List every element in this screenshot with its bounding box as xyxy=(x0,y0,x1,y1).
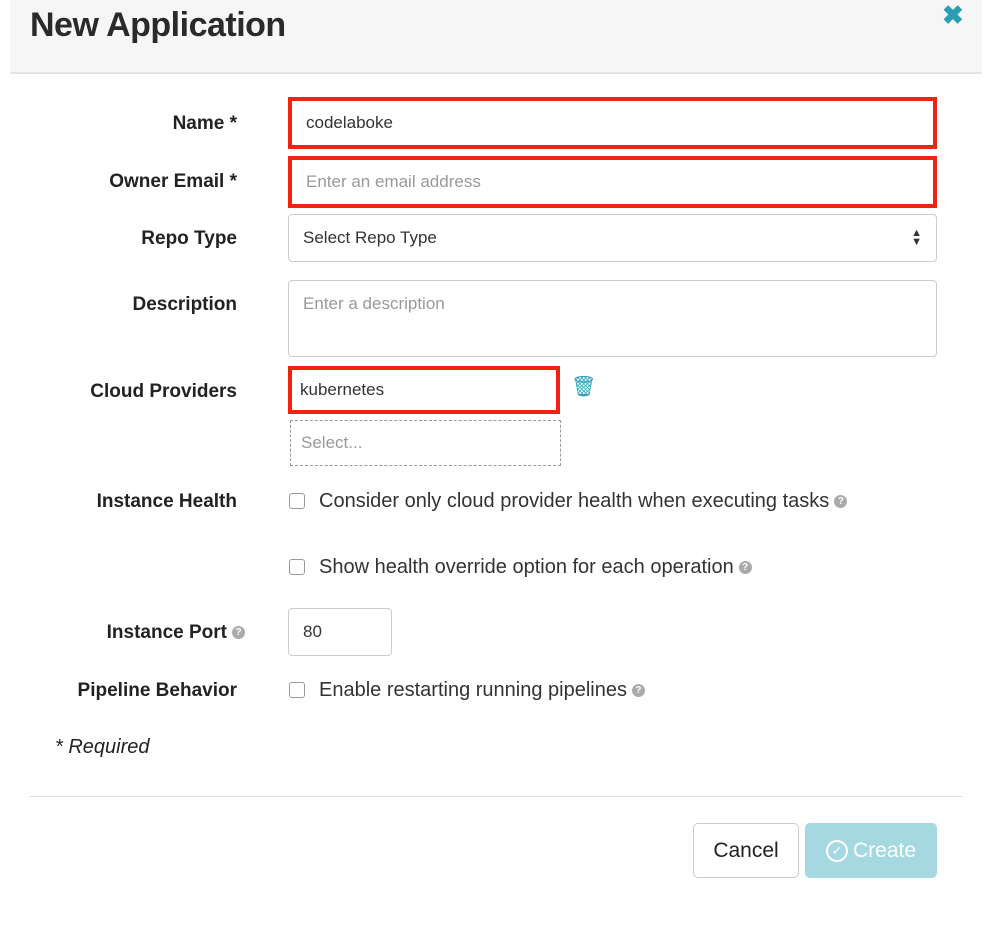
description-placeholder: Enter a description xyxy=(303,294,445,313)
email-placeholder: Enter an email address xyxy=(306,172,481,191)
health-override-text: Show health override option for each ope… xyxy=(319,556,734,578)
name-value: codelaboke xyxy=(306,113,393,132)
instance-port-label: Instance Port? xyxy=(107,622,245,644)
close-icon[interactable]: ✖ xyxy=(942,0,964,31)
cloud-providers-label: Cloud Providers xyxy=(90,381,237,402)
owner-email-label: Owner Email * xyxy=(109,171,237,192)
description-label: Description xyxy=(132,294,237,315)
instance-port-label-text: Instance Port xyxy=(106,622,227,643)
create-label: Create xyxy=(852,838,917,862)
trash-icon[interactable]: 🗑 xyxy=(571,374,596,399)
modal-title: New Application xyxy=(30,6,286,44)
help-icon[interactable]: ? xyxy=(631,684,645,698)
instance-port-value: 80 xyxy=(303,622,322,641)
divider xyxy=(30,796,962,797)
check-circle-icon: ✓ xyxy=(825,839,848,862)
restart-pipelines-text: Enable restarting running pipelines xyxy=(319,679,627,701)
help-icon[interactable]: ? xyxy=(834,495,848,509)
create-button[interactable]: ✓ Create xyxy=(805,823,937,878)
select-arrows-icon: ▲ ▼ xyxy=(911,227,922,248)
repo-type-label: Repo Type xyxy=(141,228,237,249)
instance-port-input[interactable]: 80 xyxy=(288,608,392,656)
cloud-provider-value: kubernetes xyxy=(300,380,385,399)
cancel-button[interactable]: Cancel xyxy=(693,823,799,878)
owner-email-input[interactable]: Enter an email address xyxy=(288,156,937,208)
cloud-provider-selected[interactable]: kubernetes xyxy=(288,366,560,414)
cloud-provider-placeholder: Select... xyxy=(301,433,363,452)
cloud-health-checkbox[interactable] xyxy=(289,493,305,509)
description-textarea[interactable]: Enter a description xyxy=(288,280,937,357)
pipeline-behavior-label: Pipeline Behavior xyxy=(77,680,237,701)
health-override-checkbox[interactable] xyxy=(289,559,305,575)
restart-pipelines-checkbox[interactable] xyxy=(289,682,305,698)
name-label: Name * xyxy=(172,113,237,134)
cloud-provider-select-input[interactable]: Select... xyxy=(290,420,561,466)
help-icon[interactable]: ? xyxy=(232,626,245,640)
required-note: * Required xyxy=(55,736,150,758)
repo-type-select[interactable]: Select Repo Type ▲ ▼ xyxy=(288,214,937,262)
help-icon[interactable]: ? xyxy=(738,561,752,575)
instance-health-label: Instance Health xyxy=(96,491,237,512)
repo-type-value: Select Repo Type xyxy=(303,228,437,247)
name-input[interactable]: codelaboke xyxy=(288,97,937,149)
cloud-health-text: Consider only cloud provider health when… xyxy=(319,490,830,512)
